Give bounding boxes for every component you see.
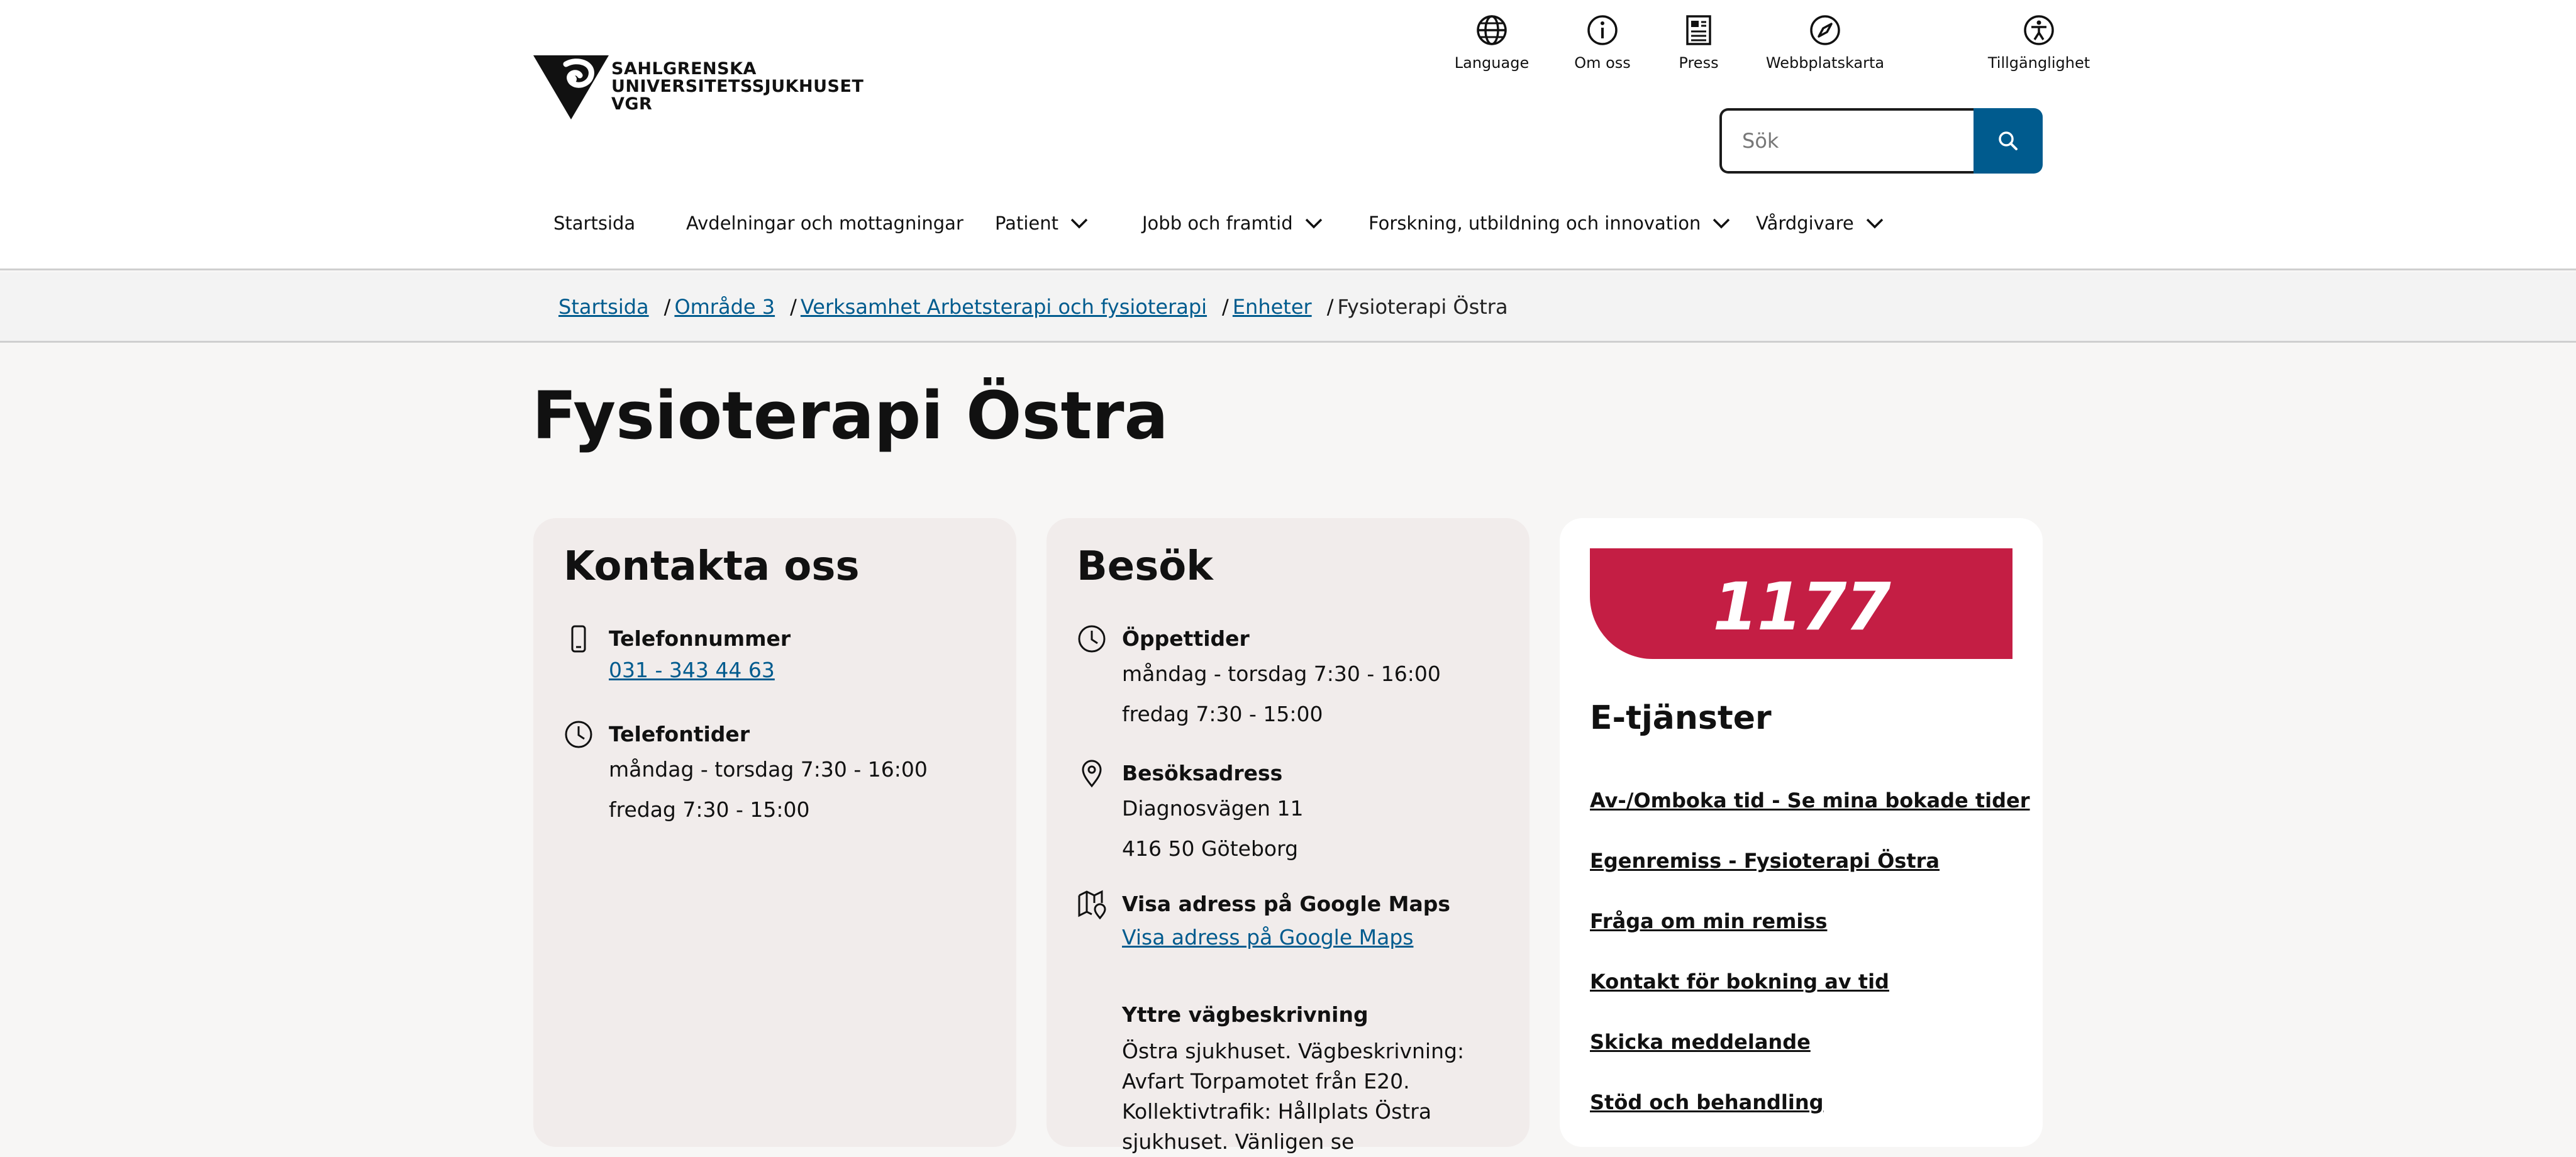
search-form xyxy=(1719,108,2043,174)
eservice-link[interactable]: Kontakt för bokning av tid xyxy=(1590,970,1889,994)
logo-line-2: UNIVERSITETSSJUKHUSET xyxy=(611,77,864,96)
address-label: Besöksadress xyxy=(1122,761,1283,785)
clock-icon xyxy=(565,721,592,748)
accessibility-icon xyxy=(2024,15,2054,45)
phone-label: Telefonnummer xyxy=(609,626,791,651)
eservices-card: 1177 E-tjänster Av-/Omboka tid - Se mina… xyxy=(1560,518,2043,1147)
breadcrumb-link[interactable]: Enheter xyxy=(1233,295,1312,319)
newspaper-icon xyxy=(1686,15,1711,45)
1177-logo-text: 1177 xyxy=(1713,568,1890,645)
globe-icon xyxy=(1477,15,1507,45)
map-icon xyxy=(1078,890,1106,919)
hours-line: fredag 7:30 - 15:00 xyxy=(1122,702,1323,726)
breadcrumb-separator: / xyxy=(1326,295,1334,319)
search-icon xyxy=(1999,131,2018,150)
contact-card: Kontakta oss Telefonnummer 031 - 343 44 … xyxy=(533,518,1016,1147)
logo-mark-icon xyxy=(533,55,609,119)
breadcrumb-current: Fysioterapi Östra xyxy=(1337,295,1508,319)
directions-label: Yttre vägbeskrivning xyxy=(1122,1002,1368,1027)
address-line: 416 50 Göteborg xyxy=(1122,836,1299,861)
nav-item-avdelningar[interactable]: Avdelningar och mottagningar xyxy=(686,213,963,234)
toplink-label: Press xyxy=(1679,54,1719,72)
nav-item-patient[interactable]: Patient xyxy=(995,213,1089,234)
nav-item-startsida[interactable]: Startsida xyxy=(553,213,635,234)
breadcrumb-separator: / xyxy=(1222,295,1229,319)
nav-item-vardgivare[interactable]: Vårdgivare xyxy=(1756,213,1884,234)
logo-text: SAHLGRENSKA UNIVERSITETSSJUKHUSET VGR xyxy=(611,60,863,113)
chevron-down-icon xyxy=(1305,218,1322,229)
breadcrumb-separator: / xyxy=(790,295,797,319)
eservice-link[interactable]: Av-/Omboka tid - Se mina bokade tider xyxy=(1590,789,2030,812)
eservice-link[interactable]: Skicka meddelande xyxy=(1590,1030,1811,1054)
chevron-down-icon xyxy=(1713,218,1730,229)
phonetimes-line: måndag - torsdag 7:30 - 16:00 xyxy=(609,757,928,782)
toplink-label: Language xyxy=(1454,54,1530,72)
nav-item-label: Forskning, utbildning och innovation xyxy=(1368,213,1701,234)
nav-item-label: Avdelningar och mottagningar xyxy=(686,213,963,234)
toplink-language[interactable]: Language xyxy=(1429,13,1555,72)
breadcrumb-separator: / xyxy=(663,295,671,319)
search-input[interactable] xyxy=(1719,108,1975,174)
toplink-press[interactable]: Press xyxy=(1636,13,1762,72)
phone-icon xyxy=(571,625,586,653)
eservice-link[interactable]: Stöd och behandling xyxy=(1590,1090,1824,1114)
breadcrumb: Startsida / Område 3/Verksamhet Arbetstera… xyxy=(558,295,1508,319)
visit-card: Besök Öppettider måndag - torsdag 7:30 -… xyxy=(1046,518,1530,1154)
site-header: SAHLGRENSKA UNIVERSITETSSJUKHUSET VGR La… xyxy=(0,0,2576,270)
hours-label: Öppettider xyxy=(1122,626,1250,651)
phone-link[interactable]: 031 - 343 44 63 xyxy=(609,654,986,687)
eservice-link[interactable]: Egenremiss - Fysioterapi Östra xyxy=(1590,849,1940,873)
breadcrumb-link[interactable]: Startsida xyxy=(558,295,649,319)
maps-label: Visa adress på Google Maps xyxy=(1122,892,1450,916)
visit-card-title: Besök xyxy=(1077,543,1213,590)
search-button[interactable] xyxy=(1974,108,2043,174)
phonetimes-line: fredag 7:30 - 15:00 xyxy=(609,797,810,822)
page-title: Fysioterapi Östra xyxy=(532,377,1169,454)
site-logo[interactable]: SAHLGRENSKA UNIVERSITETSSJUKHUSET VGR xyxy=(533,54,863,119)
eservices-title: E-tjänster xyxy=(1590,699,1772,737)
nav-item-jobb[interactable]: Jobb och framtid xyxy=(1142,213,1323,234)
toplink-webbplatskarta[interactable]: Webbplatskarta xyxy=(1762,13,1888,72)
toplink-label: Webbplatskarta xyxy=(1765,54,1885,72)
compass-icon xyxy=(1810,15,1840,45)
toplink-tillganglighet[interactable]: Tillgänglighet xyxy=(1976,13,2102,72)
nav-item-label: Startsida xyxy=(553,213,636,234)
nav-item-label: Patient xyxy=(995,213,1058,234)
contact-card-title: Kontakta oss xyxy=(564,543,860,590)
breadcrumb-link[interactable]: Verksamhet Arbetsterapi och fysioterapi xyxy=(801,295,1207,319)
eservice-link[interactable]: Fråga om min remiss xyxy=(1590,909,1827,933)
nav-item-forskning[interactable]: Forskning, utbildning och innovation xyxy=(1368,213,1731,234)
nav-item-label: Vårdgivare xyxy=(1756,213,1854,234)
breadcrumb-link[interactable]: Område 3 xyxy=(674,295,775,319)
logo-line-3: VGR xyxy=(611,94,653,114)
hours-line: måndag - torsdag 7:30 - 16:00 xyxy=(1122,662,1441,686)
1177-banner[interactable]: 1177 xyxy=(1590,548,2012,659)
address-line: Diagnosvägen 11 xyxy=(1122,796,1304,821)
info-icon xyxy=(1587,15,1618,45)
breadcrumb-bar: Startsida / Område 3/Verksamhet Arbetstera… xyxy=(0,272,2576,343)
phonetimes-label: Telefontider xyxy=(609,722,750,746)
google-maps-link[interactable]: Visa adress på Google Maps xyxy=(1122,919,1499,956)
toplink-label: Tillgänglighet xyxy=(1987,54,2090,72)
nav-item-label: Jobb och framtid xyxy=(1142,213,1293,234)
logo-line-1: SAHLGRENSKA xyxy=(611,59,757,79)
directions-text: Östra sjukhuset. Vägbeskrivning: Avfart … xyxy=(1122,1039,1465,1154)
location-pin-icon xyxy=(1082,760,1102,788)
clock-icon xyxy=(1078,625,1106,653)
chevron-down-icon xyxy=(1070,218,1088,229)
chevron-down-icon xyxy=(1866,218,1883,229)
